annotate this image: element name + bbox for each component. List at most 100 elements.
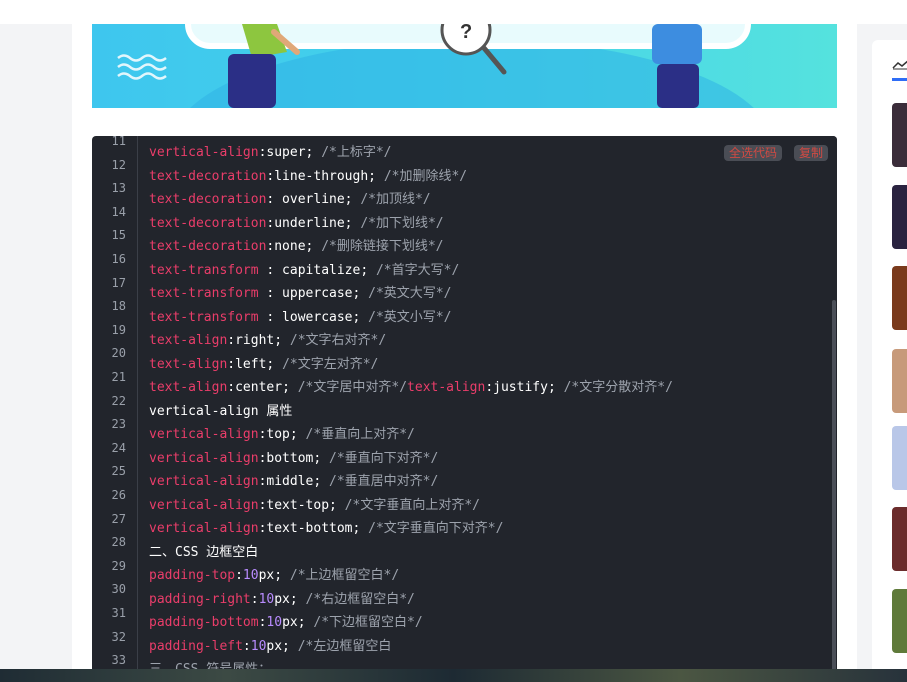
line-number: 16 [111, 252, 126, 266]
line-number: 18 [111, 299, 126, 314]
line-number: 26 [111, 488, 126, 502]
code-token: text-decoration [149, 168, 267, 184]
code-token: :bottom; [258, 450, 330, 466]
code-line: vertical-align:top; /*垂直向上对齐*/ [149, 427, 415, 443]
line-number: 15 [111, 228, 126, 243]
sidebar-thumbnail[interactable] [892, 103, 907, 167]
code-token: 10 [258, 591, 275, 607]
line-number: 23 [111, 417, 126, 432]
code-token: /*文字右对齐*/ [289, 333, 387, 348]
code-token: /*上边框留空白*/ [289, 568, 400, 583]
code-token: padding-bottom [149, 615, 259, 630]
code-token: /*首字大写*/ [375, 262, 460, 278]
code-token: : [242, 638, 251, 654]
code-token: text-align [149, 380, 228, 395]
line-number: 27 [111, 511, 126, 526]
sidebar [872, 40, 907, 682]
code-line: vertical-align:bottom; /*垂直向下对齐*/ [149, 451, 438, 467]
code-line: text-align:left; /*文字左对齐*/ [149, 357, 378, 373]
code-token: 10 [250, 638, 267, 654]
sidebar-thumbnail[interactable] [892, 266, 907, 330]
code-token: /*文字垂直向下对齐*/ [368, 521, 504, 536]
code-line: padding-bottom:10px; /*下边框留空白*/ [149, 615, 423, 631]
code-token: vertical-align [149, 145, 259, 160]
select-all-code-button[interactable]: 全选代码 [723, 145, 782, 161]
code-token: :text-top; [258, 497, 345, 513]
line-number: 33 [111, 653, 126, 668]
code-token: padding-right [149, 591, 251, 607]
code-token: :middle; [258, 474, 330, 489]
code-token: 10 [242, 568, 259, 583]
trend-chart-icon[interactable] [892, 58, 907, 70]
code-line: text-decoration:underline; /*加下划线*/ [149, 216, 444, 232]
code-token: 二、CSS 边框空白 [149, 544, 259, 560]
code-token: :center; [227, 380, 298, 395]
sidebar-thumbnail[interactable] [892, 349, 907, 413]
banner-illustration: ? [117, 24, 754, 108]
code-token: /*英文大写*/ [368, 286, 452, 301]
code-token: /*垂直向下对齐*/ [329, 450, 439, 466]
code-token: :super; [258, 145, 322, 160]
code-line: vertical-align:text-bottom; /*文字垂直向下对齐*/ [149, 521, 503, 537]
code-token: : overline; [266, 192, 361, 207]
code-line: vertical-align:text-top; /*文字垂直向上对齐*/ [149, 498, 480, 514]
code-line: text-transform : lowercase; /*英文小写*/ [149, 310, 451, 326]
sidebar-tab-indicator [892, 78, 907, 81]
line-number: 31 [111, 606, 126, 620]
code-line: text-decoration:line-through; /*加删除线*/ [149, 169, 467, 185]
code-token: :justify; [485, 380, 564, 395]
line-number: 21 [111, 370, 126, 384]
code-token: :line-through; [266, 168, 384, 184]
line-number: 22 [111, 393, 126, 408]
code-token: text-align [407, 380, 486, 395]
line-number: 17 [111, 275, 126, 290]
code-token: text-transform [149, 286, 259, 301]
code-token: /*下边框留空白*/ [313, 615, 423, 630]
scrollbar-thumb[interactable] [832, 300, 836, 682]
line-number: 19 [111, 322, 126, 337]
code-line: 二、CSS 边框空白 [149, 545, 258, 561]
code-token: vertical-align [149, 427, 259, 442]
code-token: vertical-align [149, 497, 259, 513]
code-token: /*文字分散对齐*/ [563, 380, 673, 395]
code-token: : [235, 568, 243, 583]
code-line: text-transform : capitalize; /*首字大写*/ [149, 263, 459, 279]
code-token: /*右边框留空白*/ [305, 591, 415, 607]
code-token: /*加删除线*/ [383, 168, 468, 184]
code-token: padding-top [149, 568, 236, 583]
copy-code-button[interactable]: 复制 [793, 145, 828, 161]
code-token: text-transform [149, 262, 259, 278]
code-token: text-transform [149, 309, 259, 325]
code-line: padding-top:10px; /*上边框留空白*/ [149, 568, 399, 584]
code-token: :top; [258, 427, 306, 442]
code-line: text-align:right; /*文字右对齐*/ [149, 333, 386, 349]
line-number: 13 [111, 181, 126, 196]
code-line: text-decoration:none; /*删除链接下划线*/ [149, 239, 444, 255]
code-token: :right; [227, 333, 290, 348]
line-number: 24 [111, 440, 126, 455]
line-number: 20 [111, 346, 126, 361]
sidebar-thumbnail[interactable] [892, 185, 907, 249]
sidebar-thumbnail[interactable] [892, 507, 907, 571]
code-token: :underline; [266, 215, 361, 231]
code-token: text-decoration [149, 239, 267, 254]
sidebar-thumbnail[interactable] [892, 426, 907, 490]
code-token: : lowercase; [258, 309, 369, 325]
code-token: /*加下划线*/ [360, 215, 444, 231]
line-number: 30 [111, 582, 126, 597]
line-number: 29 [111, 558, 126, 573]
code-line: text-decoration: overline; /*加顶线*/ [149, 192, 431, 208]
code-line: vertical-align:super; /*上标字*/ [149, 145, 392, 161]
code-block[interactable]: 11 12 13 14 15 16 17 18 19 20 21 22 23 24 25 26 27 28 29 30… [92, 136, 837, 682]
code-token: padding-left [149, 638, 243, 654]
code-token: /*文字左对齐*/ [282, 356, 379, 372]
code-scrollbar[interactable] [831, 136, 837, 682]
code-token: :text-bottom; [258, 521, 369, 536]
wave-icon [117, 54, 167, 80]
code-token: px; [266, 638, 298, 654]
code-line: text-align:center; /*文字居中对齐*/text-align:… [149, 380, 673, 396]
code-token: /*左边框留空白 [297, 638, 392, 654]
code-token: vertical-align [149, 474, 259, 489]
code-token: px; [258, 568, 290, 583]
sidebar-thumbnail[interactable] [892, 589, 907, 653]
